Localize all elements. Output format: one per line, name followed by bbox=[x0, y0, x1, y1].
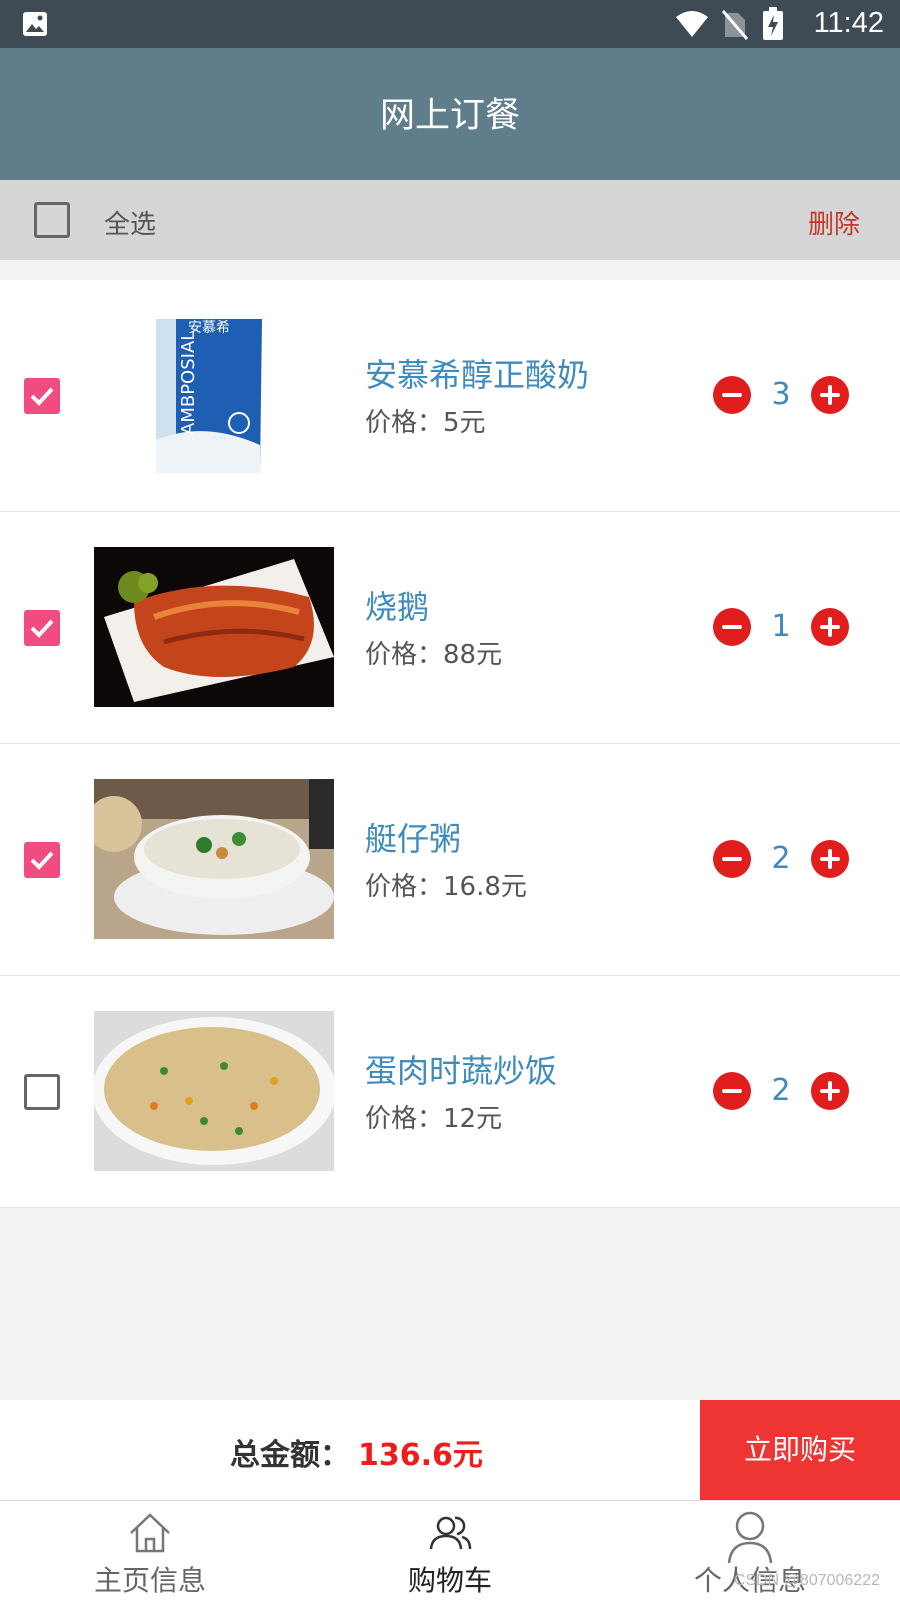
decrease-button[interactable] bbox=[713, 608, 751, 646]
total-label: 总金额： bbox=[230, 1438, 350, 1473]
item-name: 艇仔粥 bbox=[365, 820, 462, 858]
item-checkbox[interactable] bbox=[24, 378, 60, 414]
decrease-button[interactable] bbox=[713, 376, 751, 414]
price-value: 12元 bbox=[443, 1104, 503, 1134]
home-icon bbox=[130, 1513, 170, 1553]
decrease-button[interactable] bbox=[713, 840, 751, 878]
price-label: 价格： bbox=[365, 640, 444, 670]
status-time: 11:42 bbox=[813, 7, 884, 39]
increase-button[interactable] bbox=[811, 376, 849, 414]
item-price: 价格：12元 bbox=[365, 1098, 502, 1135]
delete-button[interactable]: 删除 bbox=[808, 204, 860, 241]
total-amount: 136.6元 bbox=[358, 1438, 483, 1473]
select-all-label[interactable]: 全选 bbox=[104, 204, 156, 241]
item-quantity: 2 bbox=[771, 1073, 791, 1108]
page-title: 网上订餐 bbox=[379, 96, 520, 136]
increase-button[interactable] bbox=[811, 840, 849, 878]
item-name: 安慕希醇正酸奶 bbox=[365, 356, 590, 394]
app-toolbar: 网上订餐 bbox=[0, 48, 900, 180]
buy-now-button[interactable]: 立即购买 bbox=[700, 1400, 900, 1500]
cart-item-row: 烧鹅 价格：88元 1 bbox=[0, 512, 900, 744]
cart-item-row: 安慕希 AMBPOSIAL 安慕希醇正酸奶 价格：5元 3 bbox=[0, 280, 900, 512]
roast-goose-photo bbox=[94, 547, 334, 707]
status-bar: 11:42 bbox=[0, 0, 900, 48]
price-label: 价格： bbox=[365, 1104, 444, 1134]
item-quantity: 1 bbox=[771, 609, 791, 644]
cart-list: 安慕希 AMBPOSIAL 安慕希醇正酸奶 价格：5元 3 烧鹅 价格：88元 … bbox=[0, 280, 900, 1208]
nav-item-home[interactable]: 主页信息 bbox=[0, 1501, 300, 1601]
select-all-checkbox[interactable] bbox=[34, 202, 70, 238]
increase-button[interactable] bbox=[811, 608, 849, 646]
item-price: 价格：16.8元 bbox=[365, 866, 527, 903]
item-quantity: 3 bbox=[771, 377, 791, 412]
wifi-icon bbox=[676, 11, 708, 37]
price-label: 价格： bbox=[365, 408, 444, 438]
congee-bowl-photo bbox=[94, 779, 334, 939]
person-icon bbox=[727, 1511, 773, 1564]
nav-label: 购物车 bbox=[407, 1564, 492, 1597]
nav-item-cart[interactable]: 购物车 bbox=[300, 1501, 600, 1601]
decrease-button[interactable] bbox=[713, 1072, 751, 1110]
item-quantity: 2 bbox=[771, 841, 791, 876]
price-value: 16.8元 bbox=[443, 872, 527, 902]
item-name: 烧鹅 bbox=[365, 588, 430, 626]
fried-rice-photo bbox=[94, 1011, 334, 1171]
item-price: 价格：5元 bbox=[365, 402, 486, 439]
price-value: 5元 bbox=[443, 408, 486, 438]
price-value: 88元 bbox=[443, 640, 503, 670]
checkmark-icon bbox=[30, 387, 54, 406]
gallery-icon bbox=[23, 12, 47, 36]
cart-item-row: 蛋肉时蔬炒饭 价格：12元 2 bbox=[0, 976, 900, 1208]
checkmark-icon bbox=[30, 619, 54, 638]
price-label: 价格： bbox=[365, 872, 444, 902]
users-icon bbox=[429, 1516, 472, 1550]
item-checkbox[interactable] bbox=[24, 842, 60, 878]
watermark: CSDN @807006222 bbox=[733, 1572, 880, 1589]
item-name: 蛋肉时蔬炒饭 bbox=[365, 1052, 558, 1090]
cart-item-row: 艇仔粥 价格：16.8元 2 bbox=[0, 744, 900, 976]
nav-label: 主页信息 bbox=[93, 1564, 206, 1597]
item-checkbox[interactable] bbox=[24, 610, 60, 646]
battery-charging-icon bbox=[763, 7, 783, 40]
increase-button[interactable] bbox=[811, 1072, 849, 1110]
yogurt-carton-photo: 安慕希 AMBPOSIAL bbox=[94, 315, 334, 475]
item-checkbox[interactable] bbox=[24, 1074, 60, 1110]
svg-text:AMBPOSIAL: AMBPOSIAL bbox=[178, 331, 199, 435]
checkmark-icon bbox=[30, 851, 54, 870]
no-sim-icon bbox=[722, 10, 748, 40]
select-all-bar: 全选 删除 bbox=[0, 180, 900, 260]
item-price: 价格：88元 bbox=[365, 634, 502, 671]
